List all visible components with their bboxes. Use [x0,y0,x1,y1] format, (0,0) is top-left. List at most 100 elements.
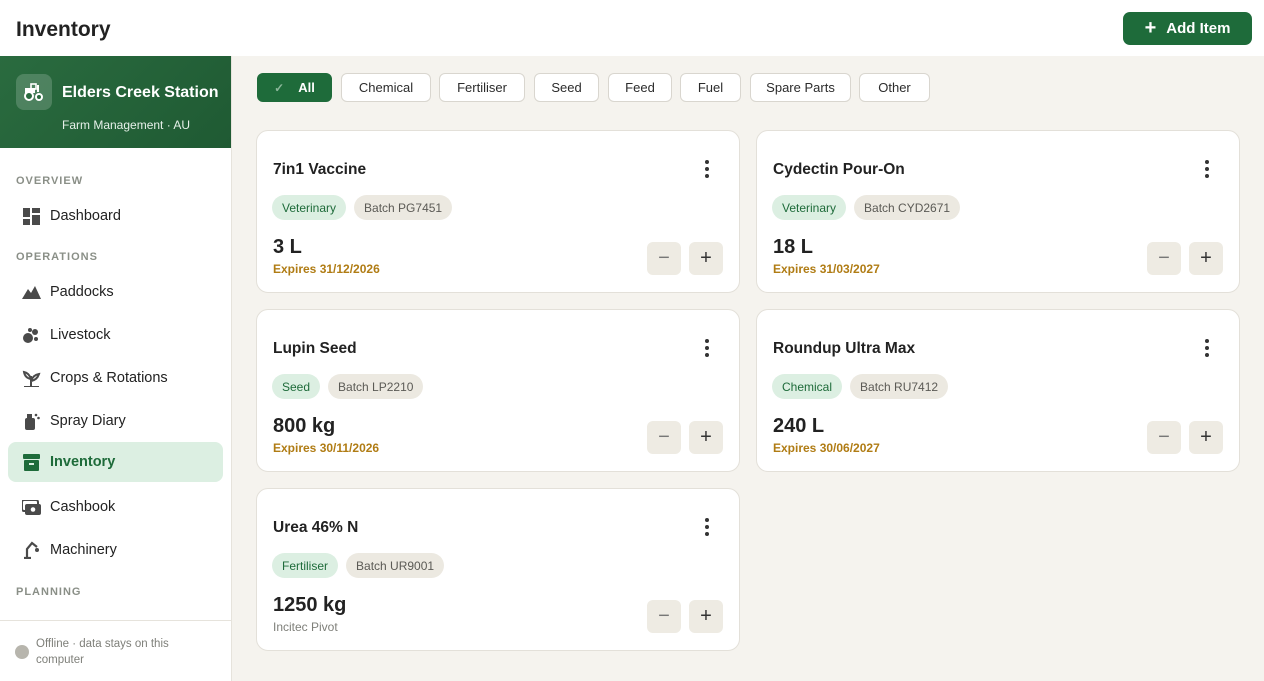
farm-subtitle: Farm Management · AU [62,118,191,132]
filter-chip-label: Chemical [358,80,414,95]
sidebar-item-livestock[interactable]: Livestock [8,315,223,355]
filter-chip-label: Fuel [697,80,724,95]
item-quantity: 3 L [273,236,302,258]
nav-section-overview: OVERVIEW [16,175,84,187]
increase-button[interactable]: + [1189,242,1223,275]
sidebar-item-cashbook[interactable]: Cashbook [8,487,223,527]
decrease-button[interactable]: − [647,421,681,454]
crop-icon [21,368,41,388]
batch-tag: Batch LP2210 [328,374,424,399]
tractor-icon [16,74,52,110]
sidebar: Elders Creek Station Farm Management · A… [0,56,232,681]
decrease-button[interactable]: − [647,242,681,275]
filter-chip-label: All [298,80,315,95]
more-options-icon[interactable] [697,517,717,537]
filter-chip-fuel[interactable]: Fuel [680,73,741,102]
livestock-icon [21,325,41,345]
offline-icon [15,645,29,659]
offline-status: Offline · data stays on this computer [0,620,231,681]
category-tag: Veterinary [272,195,347,220]
filter-chip-other[interactable]: Other [859,73,930,102]
decrease-button[interactable]: − [1147,421,1181,454]
increase-button[interactable]: + [1189,421,1223,454]
inventory-card[interactable]: 7in1 Vaccine Veterinary Batch PG7451 3 L… [256,130,740,293]
increase-button[interactable]: + [689,421,723,454]
sidebar-item-label: Livestock [50,327,111,343]
item-quantity: 1250 kg [273,594,347,616]
more-options-icon[interactable] [1197,338,1217,358]
filter-chip-fertiliser[interactable]: Fertiliser [439,73,525,102]
increase-button[interactable]: + [689,600,723,633]
inventory-card[interactable]: Lupin Seed Seed Batch LP2210 800 kg Expi… [256,309,740,472]
sidebar-item-inventory[interactable]: Inventory [8,442,223,482]
filter-chip-all[interactable]: ✓ All [257,73,332,102]
sidebar-item-paddocks[interactable]: Paddocks [8,272,223,312]
check-icon: ✓ [274,80,285,95]
item-name: Roundup Ultra Max [773,340,916,357]
add-item-button[interactable]: + Add Item [1123,12,1252,45]
category-tag: Veterinary [772,195,847,220]
sidebar-item-crops[interactable]: Crops & Rotations [8,358,223,398]
sidebar-item-dashboard[interactable]: Dashboard [8,196,223,236]
category-tag: Fertiliser [272,553,339,578]
spray-icon [21,411,41,431]
inventory-icon [21,452,41,472]
sidebar-item-label: Dashboard [50,208,121,224]
item-expiry: Expires 30/11/2026 [273,441,380,455]
batch-tag: Batch UR9001 [346,553,445,578]
plus-icon: + [1144,16,1157,39]
item-expiry: Expires 31/03/2027 [773,262,880,276]
batch-tag: Batch RU7412 [850,374,949,399]
more-options-icon[interactable] [697,338,717,358]
item-quantity: 240 L [773,415,825,437]
nav-section-operations: OPERATIONS [16,251,98,263]
filter-chip-seed[interactable]: Seed [534,73,599,102]
main-content: ✓ All Chemical Fertiliser Seed Feed Fuel… [232,56,1264,681]
filter-chip-label: Fertiliser [457,80,507,95]
decrease-button[interactable]: − [1147,242,1181,275]
farm-name: Elders Creek Station [62,84,219,101]
item-quantity: 800 kg [273,415,336,437]
category-tag: Chemical [772,374,843,399]
filter-chip-label: Seed [551,80,582,95]
sidebar-item-label: Crops & Rotations [50,370,168,386]
item-expiry: Expires 31/12/2026 [273,262,380,276]
sidebar-item-label: Machinery [50,542,117,558]
sidebar-item-label: Inventory [50,454,116,470]
mountain-icon [21,282,41,302]
item-name: 7in1 Vaccine [273,161,367,178]
more-options-icon[interactable] [697,159,717,179]
top-bar: Inventory + Add Item [0,0,1264,56]
dashboard-icon [21,206,41,226]
inventory-card[interactable]: Roundup Ultra Max Chemical Batch RU7412 … [756,309,1240,472]
sidebar-item-label: Spray Diary [50,413,126,429]
inventory-card[interactable]: Cydectin Pour-On Veterinary Batch CYD267… [756,130,1240,293]
item-name: Urea 46% N [273,519,359,536]
inventory-card[interactable]: Urea 46% N Fertiliser Batch UR9001 1250 … [256,488,740,651]
machinery-icon [21,540,41,560]
filter-chip-chemical[interactable]: Chemical [341,73,431,102]
more-options-icon[interactable] [1197,159,1217,179]
filter-chip-feed[interactable]: Feed [608,73,672,102]
category-tag: Seed [272,374,321,399]
add-item-label: Add Item [1166,20,1231,37]
increase-button[interactable]: + [689,242,723,275]
item-name: Lupin Seed [273,340,357,357]
nav-section-planning: PLANNING [16,586,82,598]
item-quantity: 18 L [773,236,814,258]
item-name: Cydectin Pour-On [773,161,905,178]
filter-chip-spare-parts[interactable]: Spare Parts [750,73,851,102]
sidebar-item-label: Cashbook [50,499,116,515]
filter-chip-label: Feed [625,80,655,95]
offline-text: Offline · data stays on this computer [36,638,169,666]
sidebar-item-spray-diary[interactable]: Spray Diary [8,401,223,441]
farm-card[interactable]: Elders Creek Station Farm Management · A… [0,56,231,148]
batch-tag: Batch CYD2671 [854,195,961,220]
batch-tag: Batch PG7451 [354,195,453,220]
item-supplier: Incitec Pivot [273,620,338,634]
decrease-button[interactable]: − [647,600,681,633]
filter-chip-label: Spare Parts [766,80,835,95]
sidebar-item-machinery[interactable]: Machinery [8,530,223,570]
filter-chip-label: Other [878,80,911,95]
cashbook-icon [21,497,41,517]
